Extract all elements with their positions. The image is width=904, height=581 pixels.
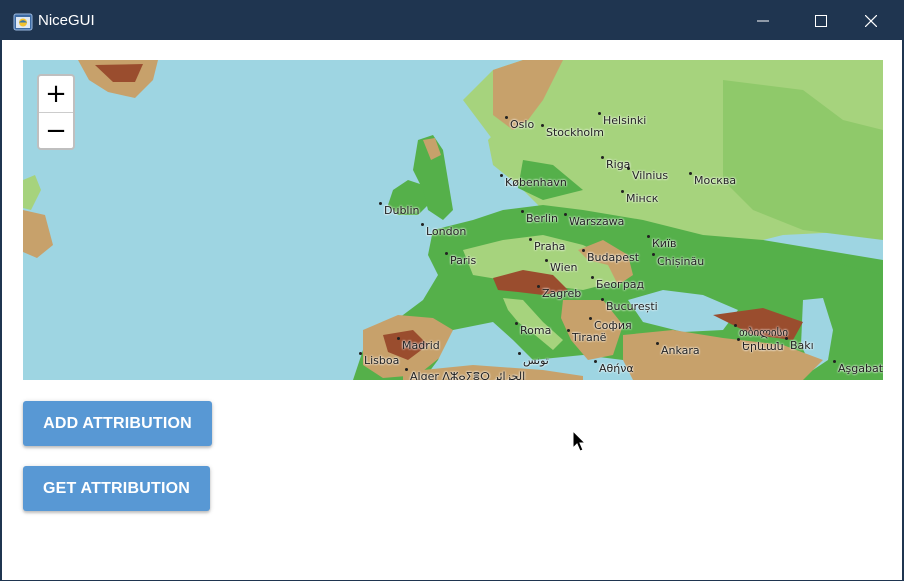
city-marker (737, 338, 740, 341)
city-label: თბილისი (739, 326, 789, 339)
city-marker (379, 202, 382, 205)
city-label: Roma (520, 324, 552, 337)
city-label: București (606, 300, 658, 313)
city-label: Paris (450, 254, 477, 267)
city-label: Zagreb (542, 287, 582, 300)
city-label: Madrid (402, 339, 440, 352)
city-marker (537, 285, 540, 288)
city-marker (529, 238, 532, 241)
city-label: Vilnius (632, 169, 669, 182)
city-marker (405, 368, 408, 371)
city-marker (785, 337, 788, 340)
city-label: Београд (596, 278, 645, 291)
city-marker (594, 360, 597, 363)
zoom-control: + − (37, 74, 75, 150)
city-marker (359, 352, 362, 355)
city-marker (521, 210, 524, 213)
city-marker (598, 112, 601, 115)
zoom-in-button[interactable]: + (39, 76, 73, 113)
mouse-cursor-icon (572, 430, 586, 452)
city-label: Alger ⴷⵣⴰⵢⴻⵔ الجزائر (410, 370, 526, 380)
city-label: Київ (652, 237, 677, 250)
city-label: Oslo (510, 118, 535, 131)
city-label: Praha (534, 240, 566, 253)
city-label: Tiranë (572, 331, 607, 344)
city-marker (541, 124, 544, 127)
city-marker (652, 253, 655, 256)
city-marker (627, 167, 630, 170)
city-label: Мінск (626, 192, 659, 205)
maximize-icon (815, 15, 827, 27)
get-attribution-button[interactable]: GET ATTRIBUTION (23, 466, 210, 511)
city-label: Stockholm (546, 126, 604, 139)
city-label: Aşgabat (838, 362, 883, 375)
city-marker (515, 322, 518, 325)
minimize-button[interactable] (740, 2, 786, 40)
app-window: NiceGUI Oslo Stockholm Helsinki Riga Vil… (0, 0, 904, 581)
city-label: København (505, 176, 567, 189)
city-marker (621, 190, 624, 193)
add-attribution-button[interactable]: ADD ATTRIBUTION (23, 401, 212, 446)
city-marker (582, 249, 585, 252)
city-marker (589, 317, 592, 320)
city-marker (500, 174, 503, 177)
city-marker (734, 324, 737, 327)
zoom-out-button[interactable]: − (39, 113, 73, 148)
city-marker (601, 298, 604, 301)
leaflet-map[interactable]: Oslo Stockholm Helsinki Riga Vilnius Москва Kø… (23, 60, 883, 380)
city-marker (689, 172, 692, 175)
city-label: Dublin (384, 204, 420, 217)
city-label: Երևան (742, 340, 784, 353)
minimize-icon (757, 20, 769, 22)
city-marker (518, 352, 521, 355)
city-marker (656, 342, 659, 345)
city-label: Bakı (790, 339, 814, 352)
city-marker (567, 329, 570, 332)
city-label: London (426, 225, 467, 238)
city-marker (397, 337, 400, 340)
city-marker (647, 235, 650, 238)
maximize-button[interactable] (798, 2, 844, 40)
city-label: Lisboa (364, 354, 400, 367)
city-label: Wien (550, 261, 578, 274)
city-marker (445, 252, 448, 255)
city-marker (564, 213, 567, 216)
city-label: Budapest (587, 251, 640, 264)
city-label: Berlin (526, 212, 558, 225)
city-marker (591, 276, 594, 279)
title-bar[interactable]: NiceGUI (2, 2, 902, 40)
city-label: Ankara (661, 344, 700, 357)
city-marker (601, 156, 604, 159)
close-icon (865, 15, 877, 27)
window-title: NiceGUI (38, 12, 95, 29)
city-marker (505, 116, 508, 119)
city-marker (421, 223, 424, 226)
app-icon (13, 12, 33, 32)
city-label: Αθήνα (599, 362, 634, 375)
city-label: تونس (523, 354, 549, 367)
close-button[interactable] (848, 2, 894, 40)
city-label: Chișinău (657, 255, 705, 268)
city-marker (833, 360, 836, 363)
city-label: Москва (694, 174, 737, 187)
app-content: Oslo Stockholm Helsinki Riga Vilnius Москва Kø… (2, 40, 902, 580)
city-label: Warszawa (569, 215, 625, 228)
city-marker (545, 259, 548, 262)
city-label: Helsinki (603, 114, 647, 127)
